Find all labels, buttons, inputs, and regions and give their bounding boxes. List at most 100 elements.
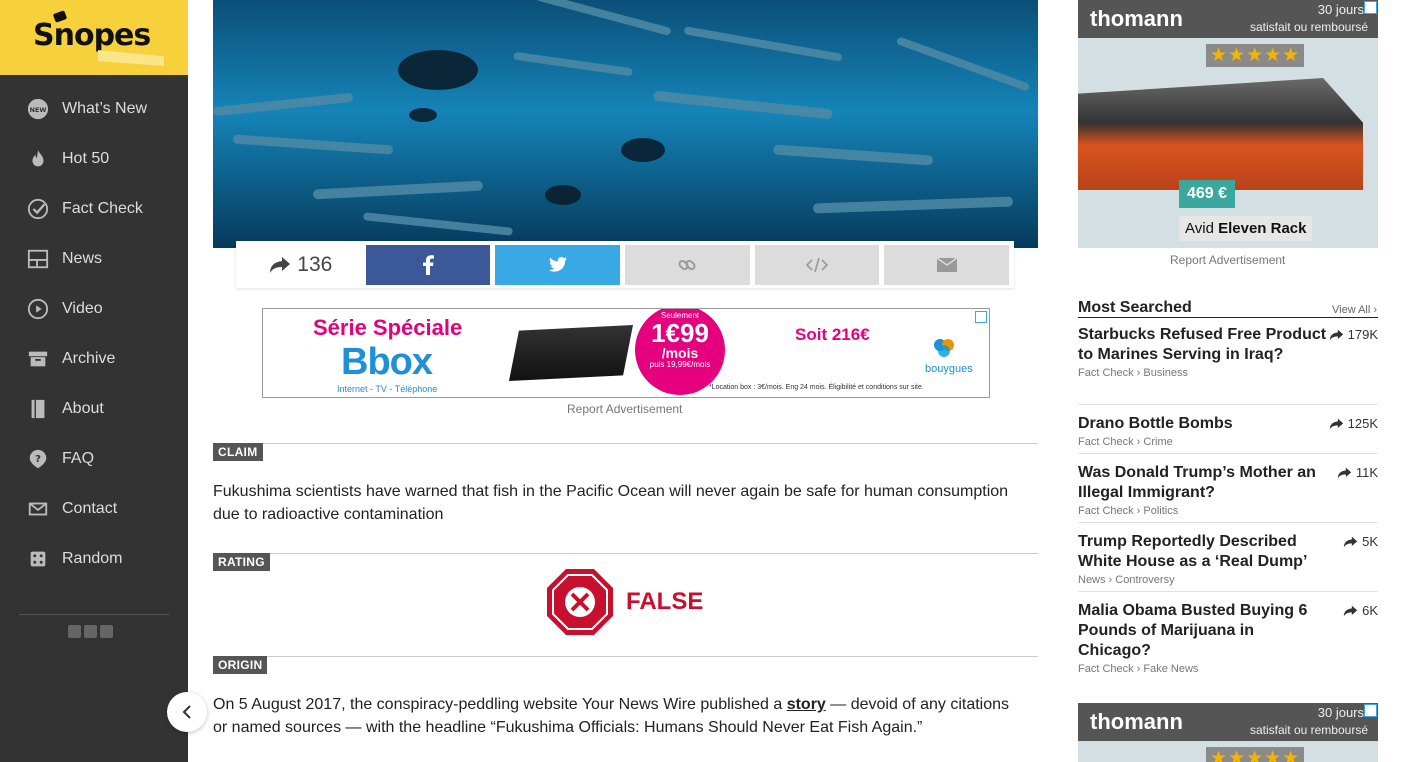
sidebar-item-whats-new[interactable]: NEW What’s New (0, 84, 188, 134)
view-all-link[interactable]: View All › (1332, 304, 1377, 316)
dice-icon (26, 547, 50, 571)
sidebar: Snopes NEW What’s New Hot 50 Fact Check … (0, 0, 188, 762)
item-category[interactable]: Fact Check › Crime (1078, 436, 1378, 448)
sidebar-item-label: About (62, 400, 104, 417)
share-facebook-button[interactable] (365, 244, 491, 285)
copy-link-button[interactable] (625, 244, 750, 285)
sidebar-item-about[interactable]: About (0, 384, 188, 434)
ad-circle-unit: /mois (661, 345, 699, 361)
share-count-value: 136 (297, 252, 333, 276)
sidebar-item-contact[interactable]: Contact (0, 484, 188, 534)
embed-button[interactable] (754, 244, 880, 285)
ad-circle-price: 1€99 (651, 318, 709, 348)
story-link[interactable]: story (787, 696, 826, 713)
item-title[interactable]: Drano Bottle Bombs (1078, 414, 1328, 434)
rating-tag: RATING (213, 553, 270, 571)
share-count: 136 (236, 241, 366, 288)
right-ad-top[interactable]: thomann 30 jours satisfait ou remboursé … (1078, 0, 1378, 248)
count-value: 179K (1347, 327, 1378, 342)
ad-advertiser: bouygues (925, 363, 973, 375)
count-value: 125K (1347, 416, 1378, 431)
item-share-count: 6K (1343, 603, 1378, 618)
most-searched-item[interactable]: Starbucks Refused Free Product to Marine… (1078, 325, 1378, 379)
claim-divider (213, 443, 1038, 444)
sidebar-item-faq[interactable]: ? FAQ (0, 434, 188, 484)
ad-circle-bottom: puis 19,99€/mois (649, 360, 711, 369)
ad-savings: Soit 216€ (795, 325, 870, 344)
share-arrow-icon (1337, 467, 1351, 478)
claim-text: Fukushima scientists have warned that fi… (213, 483, 1009, 523)
most-searched-item[interactable]: Was Donald Trump’s Mother an Illegal Imm… (1078, 463, 1378, 517)
play-circle-icon (26, 297, 50, 321)
share-arrow-icon (270, 256, 291, 273)
sidebar-item-archive[interactable]: Archive (0, 334, 188, 384)
most-searched-item[interactable]: Drano Bottle Bombs Fact Check › Crime 12… (1078, 414, 1378, 448)
most-searched-rule (1078, 317, 1378, 318)
facebook-icon (422, 254, 434, 275)
item-category[interactable]: Fact Check › Fake News (1078, 663, 1378, 675)
ad-choices-icon[interactable] (1364, 1, 1377, 14)
most-searched-title: Most Searched (1078, 299, 1192, 316)
ad-device-image (509, 325, 633, 381)
sidebar-item-fact-check[interactable]: Fact Check (0, 184, 188, 234)
sidebar-item-hot-50[interactable]: Hot 50 (0, 134, 188, 184)
twitter-icon (548, 257, 567, 272)
ad-product-name: Avid Eleven Rack (1179, 216, 1313, 241)
sidebar-nav: NEW What’s New Hot 50 Fact Check News Vi… (0, 84, 188, 584)
archive-box-icon (26, 347, 50, 371)
share-bar: 136 (236, 241, 1014, 288)
share-twitter-button[interactable] (495, 244, 620, 285)
share-arrow-icon (1343, 605, 1358, 616)
report-advertisement-link[interactable]: Report Advertisement (567, 402, 682, 416)
question-icon: ? (26, 447, 50, 471)
report-advertisement-link-right[interactable]: Report Advertisement (1170, 253, 1285, 267)
twitter-icon[interactable] (84, 625, 97, 638)
facebook-icon[interactable] (68, 625, 81, 638)
ad-product-prefix: Avid (1185, 220, 1214, 237)
collapse-sidebar-button[interactable] (167, 692, 207, 732)
ad-brand-big: Bbox (341, 341, 433, 383)
item-share-count: 125K (1329, 416, 1378, 431)
item-title[interactable]: Was Donald Trump’s Mother an Illegal Imm… (1078, 463, 1328, 503)
item-category[interactable]: News › Controversy (1078, 574, 1378, 586)
item-separator (1078, 404, 1378, 405)
ad-banner[interactable]: Série Spéciale Bbox Internet - TV - Télé… (262, 308, 990, 398)
bouygues-logo-icon (934, 339, 954, 357)
most-searched-item[interactable]: Trump Reportedly Described White House a… (1078, 532, 1378, 586)
most-searched-item[interactable]: Malia Obama Busted Buying 6 Pounds of Ma… (1078, 601, 1378, 675)
sidebar-item-news[interactable]: News (0, 234, 188, 284)
ad-product-image (1078, 78, 1363, 190)
item-title[interactable]: Trump Reportedly Described White House a… (1078, 532, 1328, 572)
flame-icon (26, 147, 50, 171)
ad-logo: thomann (1090, 709, 1183, 734)
ad-stars: ★★★★★ (1206, 747, 1305, 762)
svg-text:?: ? (35, 454, 41, 465)
notebook-icon (26, 397, 50, 421)
right-ad-bottom[interactable]: thomann 30 jours satisfait ou remboursé … (1078, 703, 1378, 762)
item-title[interactable]: Starbucks Refused Free Product to Marine… (1078, 325, 1328, 365)
ad-choices-icon[interactable] (975, 311, 987, 323)
sidebar-item-random[interactable]: Random (0, 534, 188, 584)
ad-fine-print: *Location box : 3€/mois. Eng 24 mois. Él… (709, 384, 924, 391)
ad-price-circle: Seulement 1€99 /mois puis 19,99€/mois (635, 309, 725, 395)
share-arrow-icon (1343, 536, 1358, 547)
sidebar-item-label: FAQ (62, 450, 95, 467)
item-category[interactable]: Fact Check › Business (1078, 367, 1378, 379)
new-badge-icon: NEW (26, 97, 50, 121)
sidebar-item-video[interactable]: Video (0, 284, 188, 334)
share-email-button[interactable] (884, 244, 1010, 285)
item-title[interactable]: Malia Obama Busted Buying 6 Pounds of Ma… (1078, 601, 1328, 661)
item-category[interactable]: Fact Check › Politics (1078, 505, 1378, 517)
ad-choices-icon[interactable] (1364, 704, 1377, 717)
claim-tag: CLAIM (213, 443, 263, 461)
logo[interactable]: Snopes (0, 0, 188, 75)
svg-text:NEW: NEW (30, 106, 47, 114)
rating-badge: FALSE (546, 568, 703, 636)
fish-school-illustration (213, 0, 1038, 248)
item-share-count: 11K (1337, 465, 1378, 480)
ad-guarantee: satisfait ou remboursé (1249, 723, 1368, 737)
count-value: 11K (1355, 465, 1378, 480)
youtube-icon[interactable] (100, 625, 113, 638)
origin-text-before: On 5 August 2017, the conspiracy-peddlin… (213, 696, 787, 713)
rating-divider (213, 553, 1038, 554)
